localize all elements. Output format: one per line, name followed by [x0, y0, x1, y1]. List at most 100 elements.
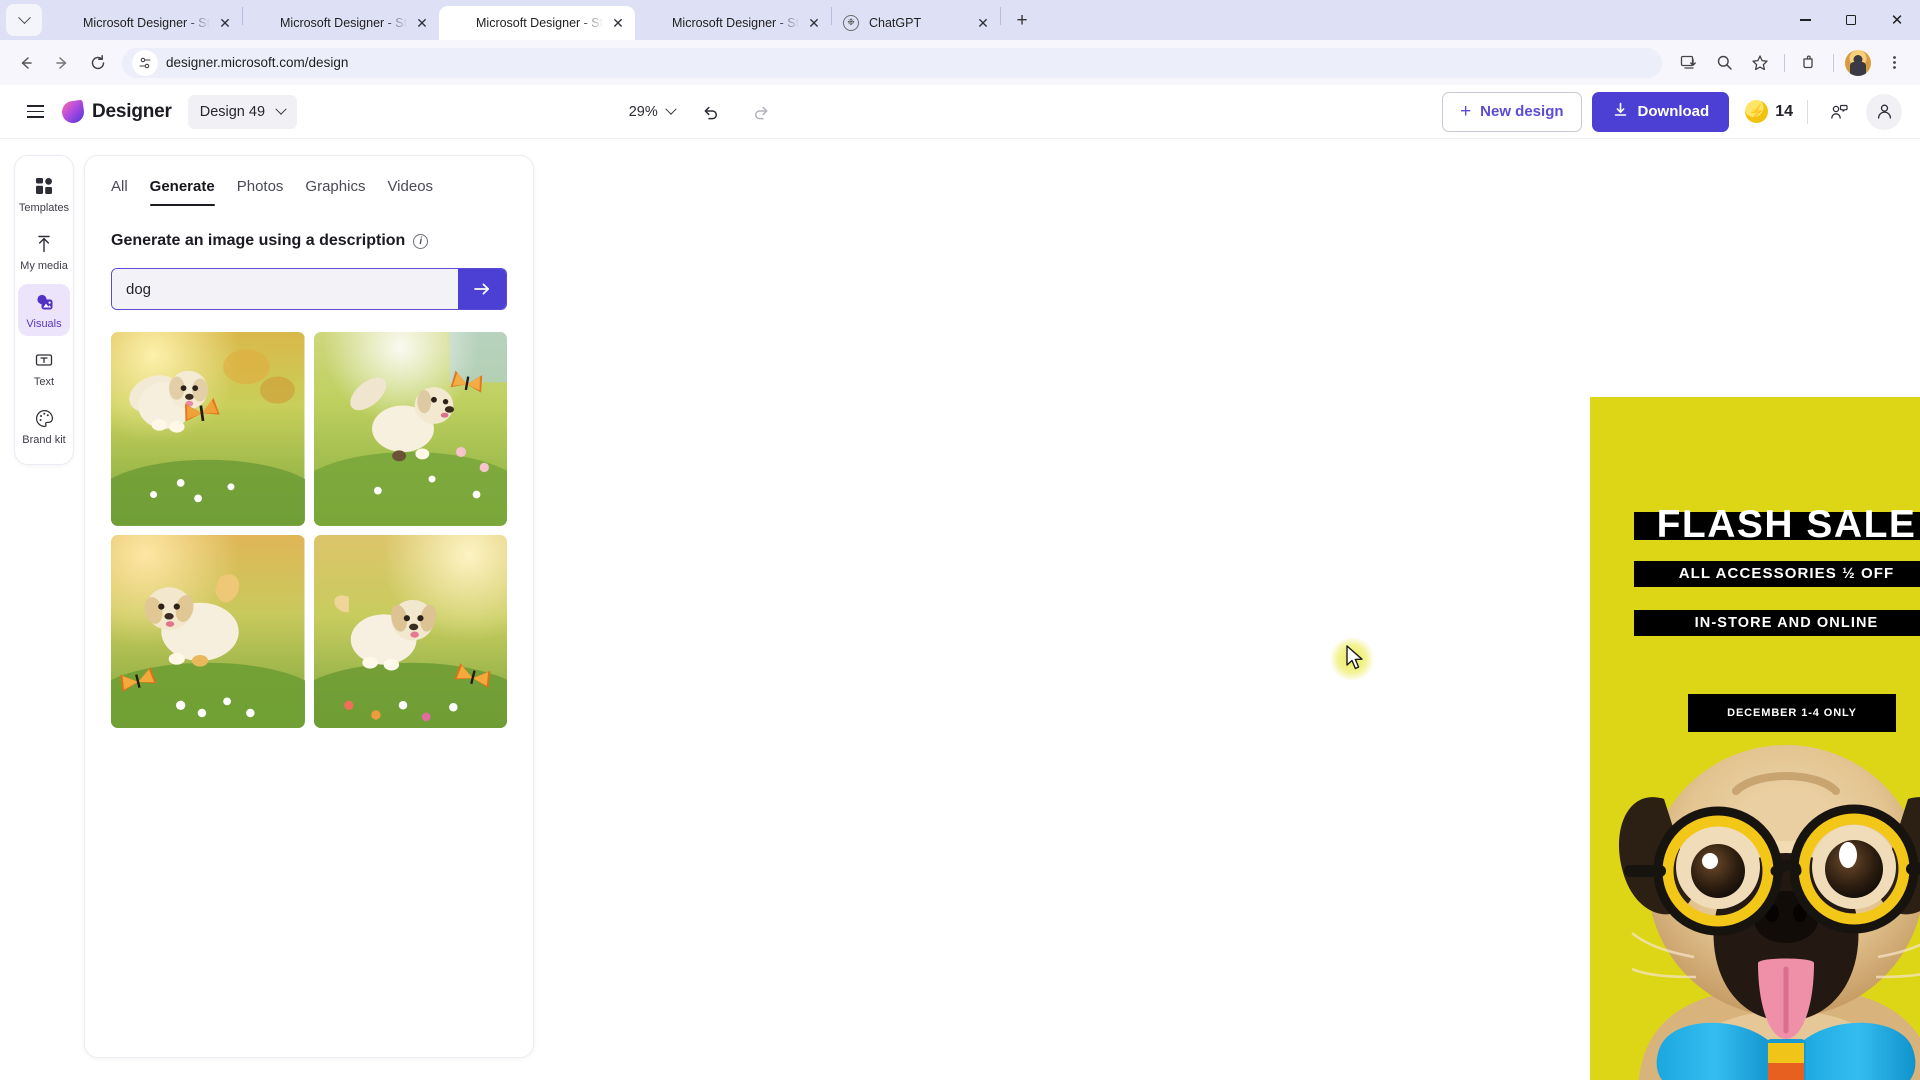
browser-tab-active[interactable]: Microsoft Designer - Stunning d ✕: [439, 6, 635, 40]
new-design-button[interactable]: + New design: [1442, 91, 1582, 132]
browser-tab[interactable]: Microsoft Designer - Stunning d ✕: [635, 6, 831, 40]
poster-headline[interactable]: FLASH SALE: [1590, 503, 1920, 547]
tab-videos[interactable]: Videos: [387, 178, 433, 206]
generated-images-grid: [111, 332, 507, 728]
sidebar-item-brand-kit[interactable]: Brand kit: [18, 400, 70, 452]
text-box-icon: [33, 349, 55, 371]
designer-icon: [646, 15, 663, 32]
close-window-button[interactable]: ✕: [1874, 0, 1920, 40]
sidebar-item-my-media[interactable]: My media: [18, 226, 70, 278]
download-button[interactable]: Download: [1591, 91, 1730, 132]
redo-button[interactable]: [745, 95, 779, 129]
download-icon: [1612, 101, 1629, 122]
section-title-text: Generate an image using a description: [111, 232, 406, 249]
chevron-down-icon: [275, 103, 287, 115]
tab-all[interactable]: All: [111, 178, 128, 206]
zoom-control[interactable]: 29%: [628, 103, 677, 120]
zoom-level: 29%: [628, 103, 658, 120]
address-bar[interactable]: designer.microsoft.com/design: [122, 47, 1662, 78]
designer-icon: [254, 15, 271, 32]
design-poster[interactable]: FLASH SALE ALL ACCESSORIES ½ OFF IN-STOR…: [1590, 397, 1920, 1080]
tab-title: ChatGPT: [869, 16, 922, 30]
browser-tab[interactable]: Microsoft Designer - Stunning d ✕: [243, 6, 439, 40]
sidebar-label: My media: [20, 260, 68, 273]
profile-avatar[interactable]: [1845, 49, 1871, 76]
designer-app: Designer Design 49 29% + New design Down…: [0, 85, 1920, 1080]
undo-button[interactable]: [693, 95, 727, 129]
close-icon[interactable]: ✕: [803, 12, 825, 34]
header-actions: + New design Download ⚡ 14: [1442, 91, 1902, 132]
tab-title: Microsoft Designer - Stunning d: [280, 16, 407, 30]
forward-arrow-icon[interactable]: [47, 48, 77, 78]
sidebar-item-visuals[interactable]: Visuals: [18, 284, 70, 337]
browser-tabstrip: Microsoft Designer - Stunning d ✕ Micros…: [0, 0, 1920, 40]
sidebar-label: Visuals: [26, 318, 62, 331]
tab-title: Microsoft Designer - Stunning d: [476, 16, 603, 30]
install-app-icon[interactable]: [1673, 48, 1703, 78]
panel-tabs: All Generate Photos Graphics Videos: [111, 178, 507, 206]
poster-badge[interactable]: DECEMBER 1-4 ONLY: [1688, 694, 1896, 732]
left-rail: Templates My media Visuals Text Brand ki…: [0, 139, 74, 1080]
sidebar-item-templates[interactable]: Templates: [18, 168, 70, 220]
window-controls: ✕: [1782, 0, 1920, 40]
minimize-button[interactable]: [1782, 0, 1828, 40]
designer-logo-icon: [60, 99, 86, 124]
generated-image-result[interactable]: [313, 534, 507, 728]
sidebar-item-text[interactable]: Text: [18, 342, 70, 394]
close-icon[interactable]: ✕: [607, 12, 629, 34]
reload-icon[interactable]: [83, 48, 113, 78]
upload-arrow-icon: [33, 233, 55, 255]
design-name-selector[interactable]: Design 49: [187, 94, 298, 129]
account-button[interactable]: [1866, 93, 1902, 130]
poster-pug-image[interactable]: [1590, 695, 1920, 1080]
designer-icon: [450, 15, 467, 32]
menu-icon[interactable]: [18, 95, 52, 129]
generated-image-result[interactable]: [313, 332, 507, 526]
share-icon[interactable]: [1822, 95, 1856, 129]
tab-search-button[interactable]: [6, 4, 42, 36]
app-header: Designer Design 49 29% + New design Down…: [0, 85, 1920, 139]
tab-divider: [1000, 7, 1001, 25]
close-icon[interactable]: ✕: [411, 12, 433, 34]
toolbar-divider: [1784, 53, 1785, 72]
back-arrow-icon[interactable]: [11, 48, 41, 78]
tab-graphics[interactable]: Graphics: [305, 178, 365, 206]
sidebar-label: Text: [33, 376, 55, 389]
zoom-icon[interactable]: [1709, 48, 1739, 78]
poster-line3[interactable]: IN-STORE AND ONLINE: [1590, 610, 1920, 636]
maximize-button[interactable]: [1828, 0, 1874, 40]
canvas-area[interactable]: FLASH SALE ALL ACCESSORIES ½ OFF IN-STOR…: [544, 139, 1920, 1080]
cursor-highlight: [1330, 637, 1374, 681]
extensions-icon[interactable]: [1794, 48, 1824, 78]
generated-image-result[interactable]: [111, 534, 305, 728]
generate-submit-button[interactable]: [458, 269, 506, 309]
prompt-input[interactable]: [112, 269, 458, 309]
close-icon[interactable]: ✕: [972, 12, 994, 34]
designer-icon: [57, 15, 74, 32]
visuals-icon: [33, 291, 55, 313]
browser-tab[interactable]: Microsoft Designer - Stunning d ✕: [46, 6, 242, 40]
design-name: Design 49: [199, 103, 266, 120]
bookmark-star-icon[interactable]: [1745, 48, 1775, 78]
tab-photos[interactable]: Photos: [237, 178, 284, 206]
tab-title: Microsoft Designer - Stunning d: [83, 16, 210, 30]
generated-image-result[interactable]: [111, 332, 305, 526]
browser-toolbar: designer.microsoft.com/design: [0, 40, 1920, 85]
browser-menu-icon[interactable]: [1879, 48, 1909, 78]
info-icon[interactable]: i: [413, 233, 429, 249]
close-icon[interactable]: ✕: [214, 12, 236, 34]
poster-subhead[interactable]: ALL ACCESSORIES ½ OFF: [1590, 561, 1920, 587]
chatgpt-icon: ❉: [843, 14, 860, 32]
browser-tab[interactable]: ❉ ChatGPT ✕: [832, 6, 1000, 40]
toolbar-divider: [1833, 53, 1834, 72]
visuals-panel: All Generate Photos Graphics Videos Gene…: [84, 155, 534, 1058]
new-tab-button[interactable]: +: [1007, 6, 1037, 36]
header-divider: [1807, 99, 1808, 124]
templates-icon: [33, 175, 55, 197]
site-settings-icon[interactable]: [132, 49, 158, 76]
credit-count: 14: [1775, 102, 1793, 120]
toolbar-actions: [1670, 48, 1912, 78]
credits-indicator[interactable]: ⚡ 14: [1745, 100, 1793, 123]
tab-generate[interactable]: Generate: [149, 178, 215, 206]
brand-logo[interactable]: Designer: [60, 99, 172, 124]
